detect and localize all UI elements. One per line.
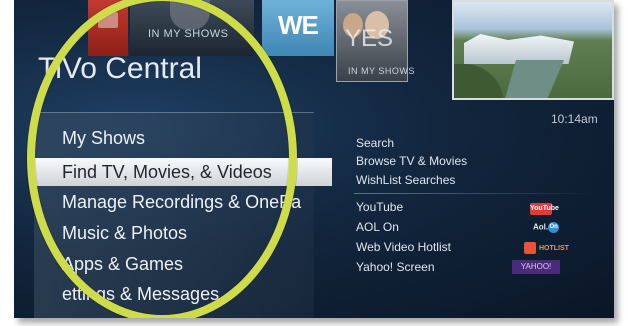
show-title-art: YES bbox=[345, 25, 394, 52]
menu-item-music-photos[interactable]: Music & Photos bbox=[62, 223, 187, 244]
hotlist-logo-icon: HOTLIST bbox=[524, 242, 569, 254]
channel-tile-we[interactable]: WE bbox=[262, 0, 334, 56]
submenu-search[interactable]: Search bbox=[356, 136, 394, 150]
aol-on-logo-icon: Aol.On bbox=[533, 222, 560, 233]
app-yahoo-screen[interactable]: Yahoo! Screen bbox=[356, 260, 435, 274]
app-aol-on[interactable]: AOL On bbox=[356, 220, 399, 234]
submenu-browse[interactable]: Browse TV & Movies bbox=[356, 154, 467, 168]
river-image bbox=[504, 60, 564, 98]
menu-item-find-tv[interactable]: Find TV, Movies, & Videos bbox=[32, 158, 332, 186]
tivo-screen: WE YES IN MY SHOWS IN MY SHOWS TiVo Cent… bbox=[14, 0, 614, 318]
app-youtube[interactable]: YouTube bbox=[356, 200, 403, 214]
aol-logo-text: Aol. bbox=[533, 222, 549, 232]
youtube-logo-icon: YouTube bbox=[530, 203, 559, 215]
hotlist-logo-text: HOTLIST bbox=[539, 244, 569, 252]
flame-icon bbox=[524, 242, 536, 254]
channel-logo-icon bbox=[98, 12, 118, 28]
channel-tile-red[interactable] bbox=[88, 0, 128, 56]
aol-on-badge: On bbox=[548, 222, 560, 233]
we-logo: WE bbox=[278, 10, 319, 40]
menu-item-my-shows[interactable]: My Shows bbox=[62, 128, 145, 149]
clock: 10:14am bbox=[551, 112, 598, 126]
in-my-shows-badge: IN MY SHOWS bbox=[148, 28, 229, 40]
show-thumbnail-icon bbox=[170, 0, 210, 30]
jungle-image bbox=[454, 64, 504, 98]
page-title: TiVo Central bbox=[38, 52, 202, 85]
menu-item-manage-recordings[interactable]: Manage Recordings & OnePa bbox=[62, 192, 301, 213]
in-my-shows-badge: IN MY SHOWS bbox=[348, 66, 415, 76]
menu-item-apps-games[interactable]: Apps & Games bbox=[62, 254, 183, 275]
waterfall-image bbox=[464, 34, 574, 64]
menu-item-settings-messages[interactable]: ettings & Messages bbox=[62, 284, 219, 305]
submenu-wishlist[interactable]: WishList Searches bbox=[356, 173, 455, 187]
yahoo-logo-icon: YAHOO! bbox=[512, 260, 560, 274]
submenu-divider bbox=[354, 193, 594, 194]
live-tv-preview[interactable] bbox=[452, 0, 614, 100]
app-web-video-hotlist[interactable]: Web Video Hotlist bbox=[356, 240, 451, 254]
tivo-central-screenshot: WE YES IN MY SHOWS IN MY SHOWS TiVo Cent… bbox=[0, 0, 628, 326]
